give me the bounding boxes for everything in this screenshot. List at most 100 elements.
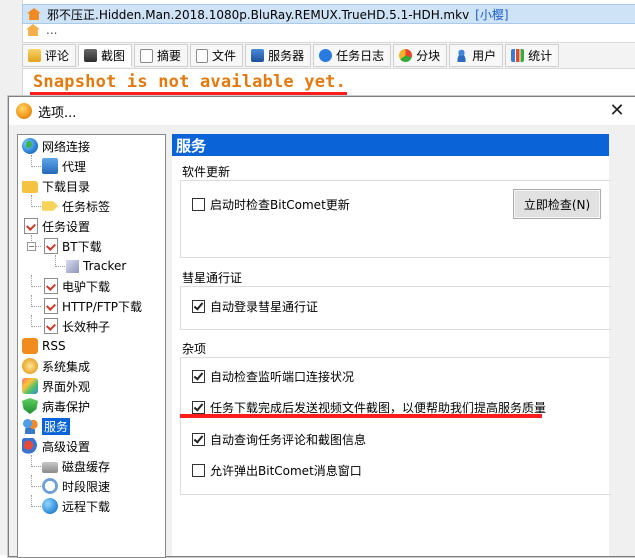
tree-connector (31, 195, 32, 207)
checkbox[interactable] (192, 300, 205, 313)
tab-task-log[interactable]: 任务日志 (313, 44, 392, 67)
tree-item-label: BT下载 (62, 239, 102, 254)
close-icon[interactable]: ✕ (606, 100, 628, 122)
disk-icon (42, 462, 58, 473)
tree-item-label: 网络连接 (42, 139, 91, 154)
tree-item-label: 时段限速 (62, 479, 111, 494)
torrent-file-icon (26, 24, 40, 36)
tree-item-label: 磁盘缓存 (62, 459, 111, 474)
checkbox[interactable] (192, 198, 205, 211)
log-icon (319, 49, 333, 62)
tree-item[interactable]: Tracker (66, 257, 126, 275)
torrent-name: ... (46, 24, 58, 36)
tag-icon (42, 201, 58, 211)
rss-icon (22, 338, 38, 354)
tab-summary[interactable]: 摘要 (134, 44, 189, 67)
tree-item[interactable]: 任务标签 (42, 197, 110, 215)
tree-item-label: 代理 (62, 159, 87, 174)
auto-check-port[interactable]: 自动检查监听端口连接状况 (192, 368, 354, 385)
tab-label: 截图 (101, 49, 126, 63)
tree-item-label: 下载目录 (42, 179, 91, 194)
service-panel: 软件更新 启动时检查BitComet更新 立即检查(N) 彗星通行证 自动登录彗… (172, 156, 611, 556)
tab-label: 服务器 (268, 49, 305, 63)
checkbox-label: 自动登录彗星通行证 (210, 300, 319, 314)
torrent-row[interactable]: ... (22, 24, 635, 36)
tree-connector (31, 466, 41, 467)
tree-connector (55, 255, 56, 267)
checkbox-label: 自动查询任务评论和截图信息 (210, 433, 367, 447)
checkbox[interactable] (192, 464, 205, 477)
tab-statistics[interactable]: 统计 (505, 44, 560, 67)
tab-label: 任务日志 (336, 49, 385, 63)
checkbox[interactable] (192, 401, 205, 414)
torrent-tag[interactable]: [小樱] (475, 6, 508, 23)
tab-servers[interactable]: 服务器 (245, 44, 312, 67)
tree-item[interactable]: 界面外观 (22, 377, 90, 395)
tab-pieces[interactable]: 分块 (393, 44, 448, 67)
task-icon (44, 318, 58, 334)
dialog-titlebar[interactable]: 选项... ✕ (9, 97, 635, 125)
tree-item[interactable]: RSS (22, 337, 66, 355)
tree-connector (31, 295, 32, 307)
users-icon (22, 418, 38, 434)
shield-icon (22, 398, 38, 414)
checkbox-label: 自动检查监听端口连接状况 (210, 370, 355, 384)
tab-label: 分块 (416, 49, 441, 63)
tree-item[interactable]: 系统集成 (22, 357, 90, 375)
check-now-button[interactable]: 立即检查(N) (513, 189, 601, 219)
tree-item-label: 电驴下载 (62, 279, 111, 294)
tree-connector (31, 326, 41, 327)
tree-item[interactable]: 任务设置 (22, 217, 90, 235)
tab-files[interactable]: 文件 (190, 44, 244, 67)
tree-item[interactable]: 远程下载 (42, 497, 110, 515)
server-icon (251, 49, 265, 62)
cube-icon (66, 259, 79, 273)
tree-item[interactable]: 长效种子 (42, 317, 110, 335)
tree-item-label: 远程下载 (62, 499, 111, 514)
tree-item[interactable]: 时段限速 (42, 477, 110, 495)
comment-icon (28, 49, 41, 62)
tree-item-label: 系统集成 (42, 359, 91, 374)
tree-item-label: 长效种子 (62, 319, 111, 334)
checkbox-label: 启动时检查BitComet更新 (210, 198, 350, 212)
tree-item-label: HTTP/FTP下载 (62, 299, 143, 314)
tree-item-label: 高级设置 (42, 439, 91, 454)
tab-peers[interactable]: 用户 (449, 44, 504, 67)
check-update-on-start[interactable]: 启动时检查BitComet更新 (192, 196, 350, 213)
tree-item-label: 服务 (42, 417, 71, 435)
tree-item[interactable]: 网络连接 (22, 137, 90, 155)
tab-comment[interactable]: 评论 (22, 44, 77, 67)
tree-connector (31, 475, 32, 487)
tree-item[interactable]: 服务 (22, 417, 71, 435)
tree-item[interactable]: 电驴下载 (42, 277, 110, 295)
tree-item[interactable]: 磁盘缓存 (42, 457, 110, 475)
panel-title: 服务 (172, 134, 609, 156)
tree-item[interactable]: 下载目录 (22, 177, 90, 195)
tab-label: 摘要 (157, 49, 182, 63)
torrent-file-icon (27, 8, 41, 20)
checkbox-label: 允许弹出BitComet消息窗口 (210, 464, 362, 478)
checkbox[interactable] (192, 370, 205, 383)
tree-connector (31, 206, 41, 207)
brush-icon (22, 378, 38, 394)
torrent-row-selected[interactable]: 邪不压正.Hidden.Man.2018.1080p.BluRay.REMUX.… (22, 4, 635, 24)
proxy-icon (42, 158, 58, 174)
tree-item-label: 任务标签 (62, 199, 111, 214)
tree-item[interactable]: 病毒保护 (22, 397, 90, 415)
tree-connector (31, 166, 41, 167)
allow-message-popup[interactable]: 允许弹出BitComet消息窗口 (192, 462, 362, 479)
tree-item[interactable]: BT下载 (42, 237, 102, 255)
tree-connector (31, 495, 32, 507)
task-icon (44, 278, 58, 294)
tree-item[interactable]: 代理 (42, 157, 86, 175)
tab-screenshot[interactable]: 截图 (78, 44, 133, 67)
tree-item[interactable]: HTTP/FTP下载 (42, 297, 142, 315)
file-icon (196, 48, 209, 63)
checkbox[interactable] (192, 433, 205, 446)
tree-item[interactable]: 高级设置 (22, 437, 90, 455)
torrent-name: 邪不压正.Hidden.Man.2018.1080p.BluRay.REMUX.… (47, 7, 470, 22)
tree-expander[interactable]: − (27, 242, 36, 251)
detail-tab-bar: 评论 截图 摘要 文件 服务器 任务日志 分块 用户 统计 (22, 42, 635, 69)
auto-login-passport[interactable]: 自动登录彗星通行证 (192, 298, 318, 315)
auto-query-comments[interactable]: 自动查询任务评论和截图信息 (192, 431, 366, 448)
